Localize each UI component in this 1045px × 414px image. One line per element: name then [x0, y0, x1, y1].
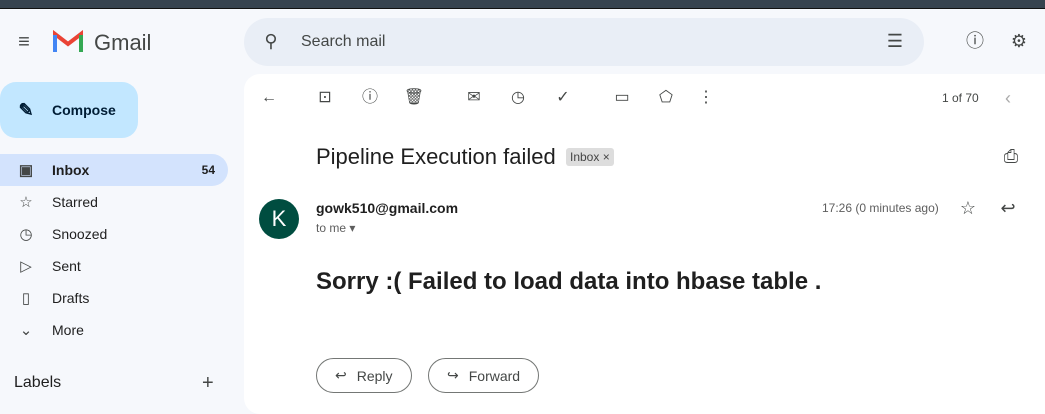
- search-bar[interactable]: ⚲ Search mail ☰: [244, 18, 924, 66]
- recipient-label: to me: [316, 221, 347, 235]
- tag-label: Inbox: [570, 150, 600, 164]
- nav-label: Inbox: [52, 162, 90, 178]
- draft-icon: ▯: [21, 290, 31, 307]
- compose-button[interactable]: ✎ Compose: [0, 82, 138, 138]
- chevron-down-icon: ⌄: [19, 322, 33, 339]
- filter-options-icon[interactable]: ☰: [884, 31, 906, 51]
- sender-email[interactable]: gowk510@gmail.com: [316, 200, 458, 216]
- search-input[interactable]: Search mail: [301, 33, 385, 51]
- compose-label: Compose: [52, 102, 116, 118]
- spam-icon[interactable]: ⓘ: [359, 88, 381, 108]
- pager-count: 1 of 70: [942, 91, 979, 105]
- label-icon[interactable]: ⬠: [655, 88, 677, 108]
- unread-count: 54: [201, 163, 215, 177]
- send-icon: ▷: [20, 258, 32, 275]
- delete-icon[interactable]: 🗑: [403, 88, 425, 108]
- print-icon[interactable]: ⎙: [1000, 146, 1022, 166]
- nav-label: Sent: [52, 258, 81, 274]
- gmail-logo-icon: [53, 29, 83, 52]
- sidebar-item-sent[interactable]: ▷ Sent: [0, 250, 228, 282]
- archive-icon[interactable]: ⊡: [314, 88, 336, 108]
- move-to-icon[interactable]: ▭: [611, 88, 633, 108]
- email-time: 17:26 (0 minutes ago): [822, 201, 939, 215]
- sidebar-item-starred[interactable]: ☆ Starred: [0, 186, 228, 218]
- search-icon[interactable]: ⚲: [260, 31, 282, 51]
- browser-top-strip: [0, 0, 1045, 9]
- remove-tag-icon[interactable]: ×: [603, 150, 610, 164]
- forward-label: Forward: [468, 367, 521, 384]
- sender-avatar: K: [259, 199, 299, 239]
- sidebar-item-drafts[interactable]: ▯ Drafts: [0, 282, 228, 314]
- star-icon: ☆: [19, 194, 33, 211]
- forward-button[interactable]: ↪ Forward: [428, 358, 540, 393]
- add-label-button[interactable]: +: [202, 372, 214, 395]
- nav-label: Snoozed: [52, 226, 108, 242]
- email-body: Sorry :( Failed to load data into hbase …: [316, 268, 822, 295]
- caret-down-icon: ▾: [349, 221, 356, 235]
- forward-icon: ↪: [447, 367, 459, 383]
- sidebar-item-snoozed[interactable]: ◷ Snoozed: [0, 218, 228, 250]
- sidebar-item-inbox[interactable]: ▣ Inbox 54: [0, 154, 228, 186]
- star-icon[interactable]: ☆: [957, 198, 979, 218]
- nav-label: Drafts: [52, 290, 90, 306]
- reply-button[interactable]: ↩ Reply: [316, 358, 412, 393]
- reply-icon[interactable]: ↩: [997, 198, 1019, 218]
- mark-unread-icon[interactable]: ✉: [463, 88, 485, 108]
- newer-icon[interactable]: ‹: [997, 88, 1019, 108]
- menu-icon[interactable]: ≡: [13, 32, 35, 52]
- recipient-dropdown[interactable]: to me ▾: [316, 221, 355, 235]
- add-task-icon[interactable]: ✓: [552, 88, 574, 108]
- nav-label: More: [52, 322, 84, 338]
- app-name: Gmail: [94, 30, 152, 55]
- inbox-icon: ▣: [18, 162, 34, 179]
- help-icon[interactable]: ⓘ: [964, 31, 986, 51]
- inbox-tag[interactable]: Inbox ×: [566, 148, 614, 166]
- clock-icon: ◷: [19, 226, 33, 243]
- email-subject: Pipeline Execution failed: [316, 144, 556, 169]
- nav-label: Starred: [52, 194, 98, 210]
- snooze-icon[interactable]: ◷: [507, 88, 529, 108]
- more-icon[interactable]: ⋮: [695, 88, 717, 108]
- sidebar-item-more[interactable]: ⌄ More: [0, 314, 228, 346]
- labels-heading: Labels: [14, 374, 62, 391]
- settings-icon[interactable]: ⚙: [1008, 31, 1030, 51]
- reply-icon: ↩: [335, 367, 347, 383]
- reply-label: Reply: [356, 367, 393, 384]
- back-icon[interactable]: ←: [258, 88, 280, 108]
- pencil-icon: ✎: [18, 99, 34, 120]
